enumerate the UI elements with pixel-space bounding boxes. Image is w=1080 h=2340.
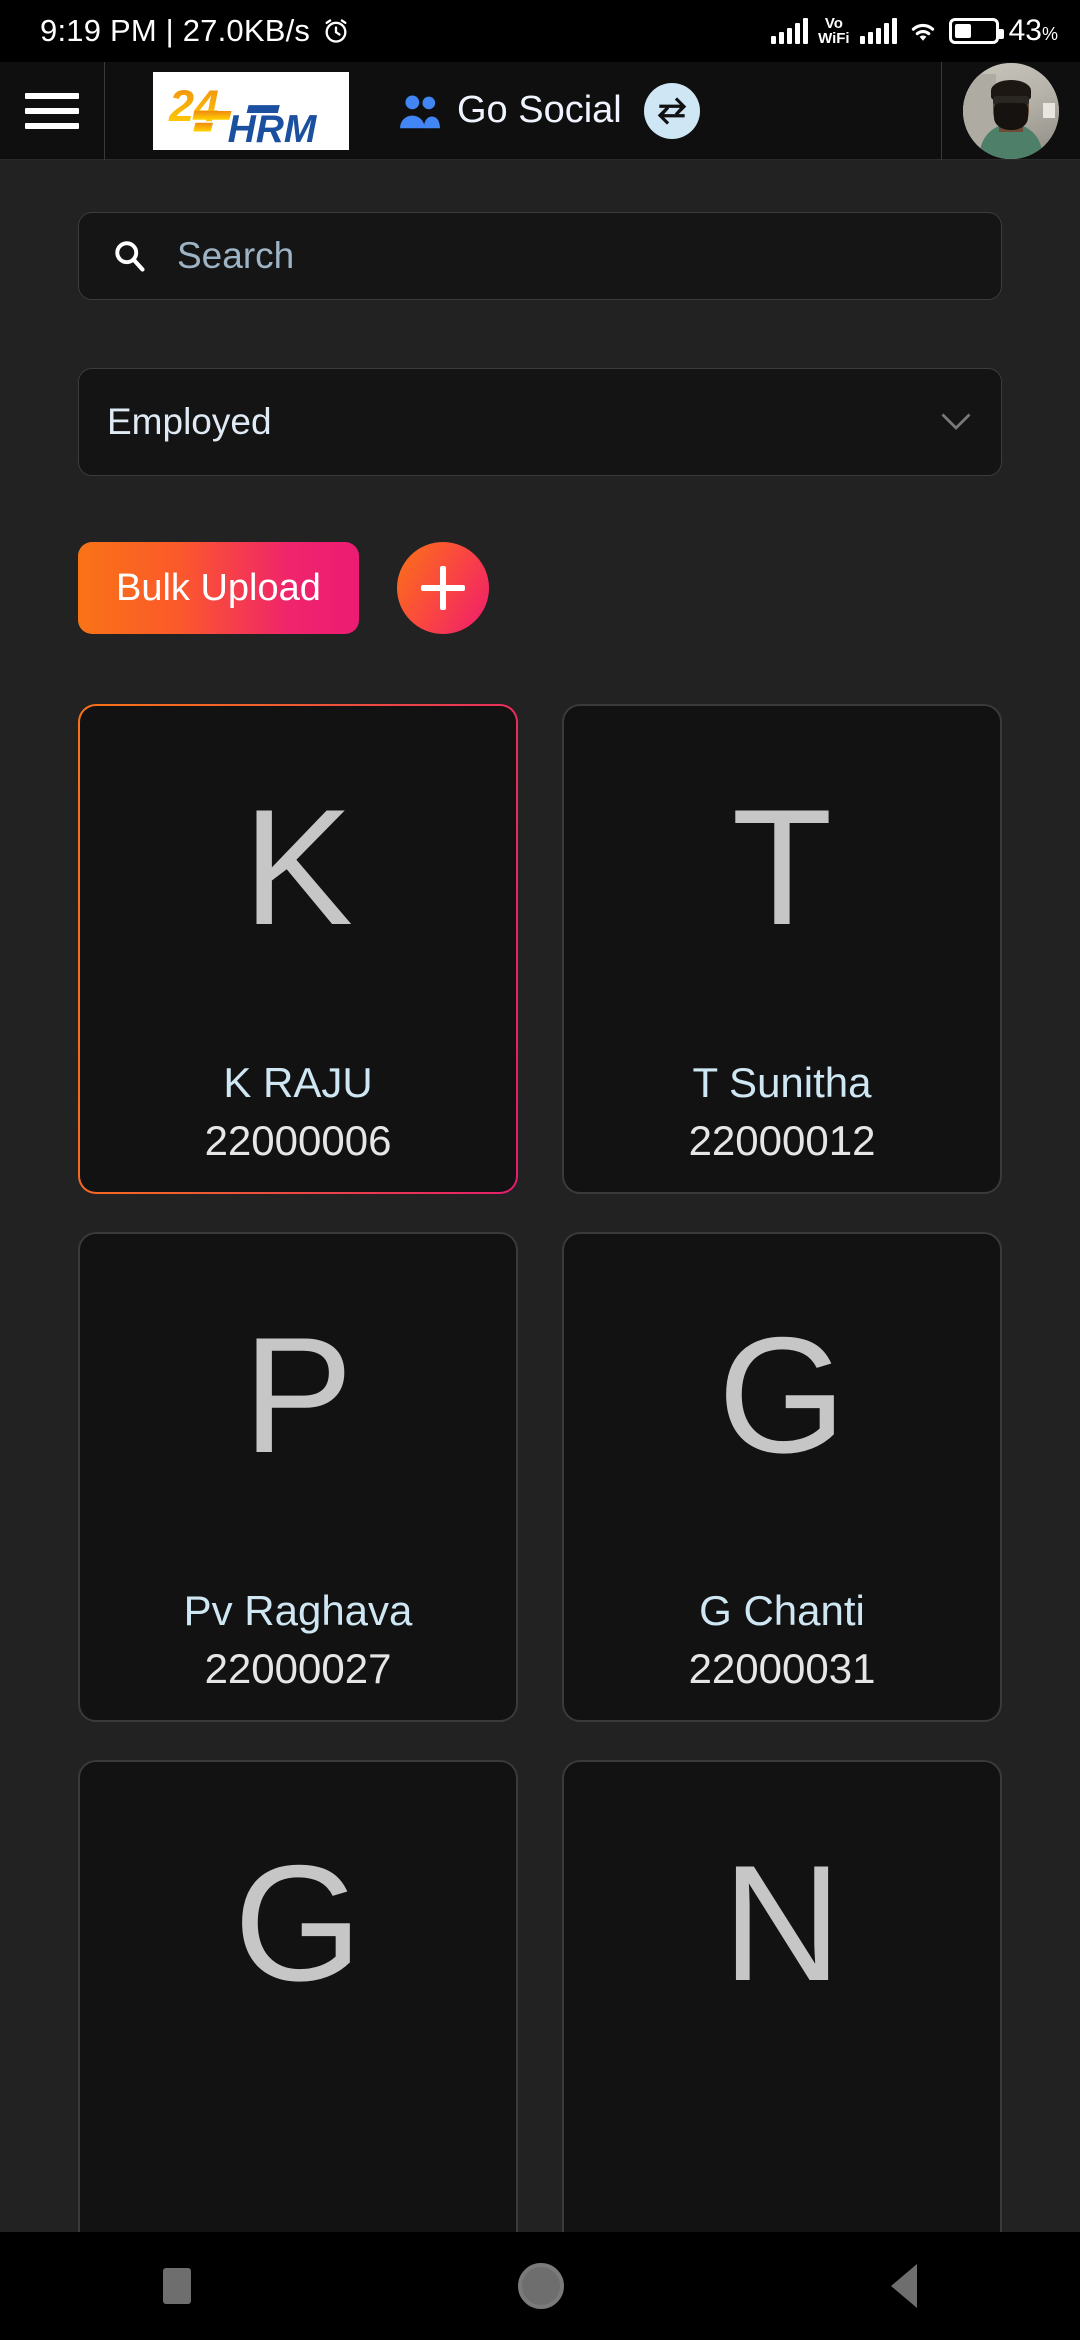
employee-card[interactable]: G <box>78 1760 518 2250</box>
employee-id: 22000012 <box>688 1117 876 1164</box>
employee-card[interactable]: P Pv Raghava 22000027 <box>78 1232 518 1722</box>
swap-arrows-glyph <box>657 96 686 125</box>
employee-card-footer: G Chanti 22000031 <box>564 1582 1000 1698</box>
employee-name: G Chanti <box>699 1587 865 1634</box>
employee-name: Pv Raghava <box>183 1587 413 1634</box>
svg-text:HRM: HRM <box>228 108 318 150</box>
status-bar-left: 9:19 PM | 27.0KB/s <box>40 13 350 49</box>
search-icon <box>115 241 145 272</box>
android-nav-bar <box>0 2232 1080 2340</box>
circle-home-icon[interactable] <box>517 2263 564 2309</box>
employee-initial: K <box>242 775 354 959</box>
avatar[interactable] <box>963 62 1059 159</box>
chevron-down-icon <box>941 413 971 430</box>
hamburger-menu-icon[interactable] <box>0 61 105 160</box>
employee-card[interactable]: T T Sunitha 22000012 <box>562 704 1002 1194</box>
action-row: Bulk Upload <box>78 542 1002 634</box>
battery-percent: 43% <box>1008 14 1058 47</box>
employee-id: 22000031 <box>688 1645 876 1692</box>
logo-24hrm-graphic: 24 HRM <box>153 71 349 150</box>
signal-bars-icon <box>771 18 809 44</box>
main-content: Search Employed Bulk Upload K K RAJU 220… <box>0 212 1080 2250</box>
app-logo[interactable]: 24 HRM <box>153 71 349 150</box>
employee-initial: G <box>233 1831 363 2015</box>
alarm-clock-icon <box>325 19 347 43</box>
status-clock: 9:19 PM | 27.0KB/s <box>40 13 311 48</box>
people-icon <box>400 94 440 128</box>
employee-name: K RAJU <box>223 1059 373 1106</box>
battery-icon <box>948 18 1004 44</box>
employee-name: T Sunitha <box>692 1059 872 1106</box>
add-employee-button[interactable] <box>396 542 489 634</box>
phone-screen: 9:19 PM | 27.0KB/s Vo WiFi 43% 24 HRM Go… <box>0 0 1080 2340</box>
logo-24hrm: 24 HRM <box>153 71 349 150</box>
status-bar: 9:19 PM | 27.0KB/s Vo WiFi 43% <box>0 0 1080 62</box>
triangle-back-icon[interactable] <box>890 2264 917 2308</box>
go-social-label: Go Social <box>457 89 622 131</box>
app-header: 24 HRM Go Social <box>0 61 1080 160</box>
employee-card-footer: T Sunitha 22000012 <box>564 1054 1000 1170</box>
go-social-button[interactable]: Go Social <box>397 89 622 132</box>
swap-horizontal-icon[interactable] <box>643 82 700 139</box>
employee-initial: T <box>731 775 833 959</box>
employee-id: 22000027 <box>204 1645 392 1692</box>
bulk-upload-button[interactable]: Bulk Upload <box>78 542 359 634</box>
dropdown-selected-value: Employed <box>107 401 272 442</box>
employment-status-dropdown[interactable]: Employed <box>78 368 1002 476</box>
avatar-container[interactable] <box>941 61 1080 160</box>
volte-indicator: Vo WiFi <box>818 15 850 47</box>
employee-id: 22000006 <box>204 1117 392 1164</box>
search-bar[interactable]: Search <box>78 212 1002 300</box>
employee-card[interactable]: N <box>562 1760 1002 2250</box>
employee-initial: P <box>242 1303 354 1487</box>
employee-card[interactable]: K K RAJU 22000006 <box>78 704 518 1194</box>
square-recents-icon[interactable] <box>163 2268 192 2304</box>
employee-initial: G <box>717 1303 847 1487</box>
search-input[interactable]: Search <box>177 235 294 277</box>
employee-initial: N <box>722 1831 842 2015</box>
signal-bars-icon-2 <box>859 18 897 44</box>
employee-card-footer: K RAJU 22000006 <box>80 1054 516 1170</box>
employee-card[interactable]: G G Chanti 22000031 <box>562 1232 1002 1722</box>
wifi-icon <box>911 23 934 41</box>
employee-card-footer: Pv Raghava 22000027 <box>80 1582 516 1698</box>
status-bar-right: Vo WiFi 43% <box>771 14 1058 48</box>
employee-grid: K K RAJU 22000006 T T Sunitha 22000012 P… <box>78 704 1002 2250</box>
